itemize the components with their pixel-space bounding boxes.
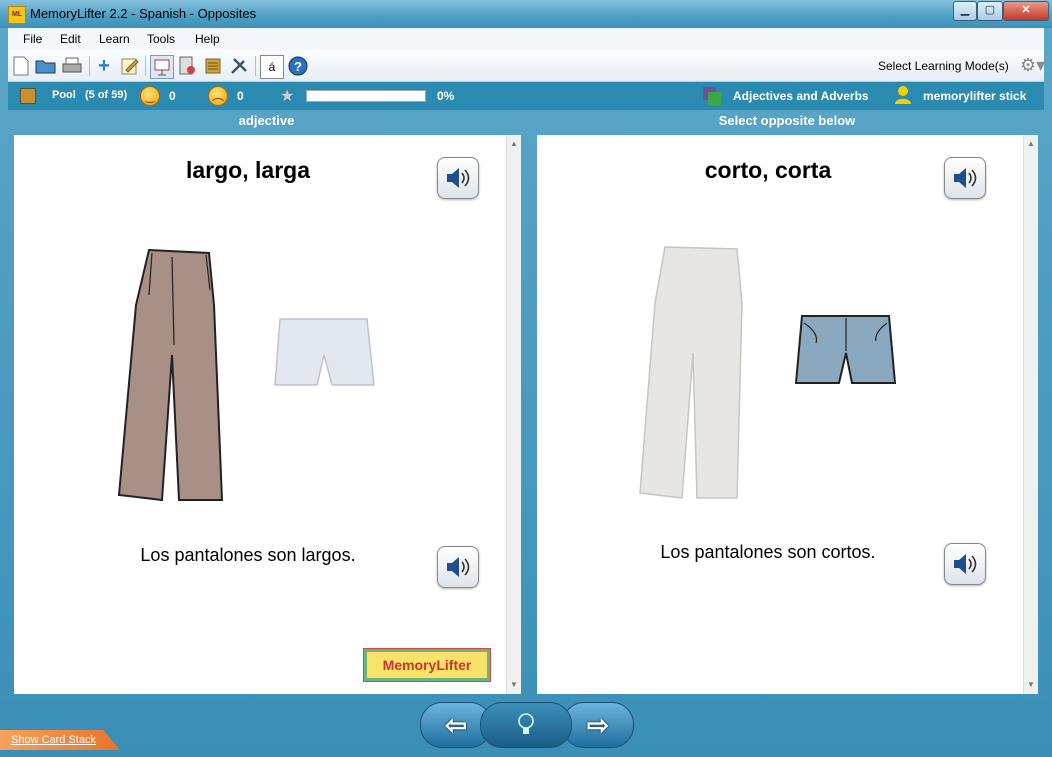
arrow-left-icon: ⇦ bbox=[445, 709, 467, 740]
right-card-header: Select opposite below bbox=[718, 113, 856, 128]
app-icon: ML bbox=[8, 6, 26, 24]
hint-button[interactable] bbox=[480, 702, 572, 748]
user-name[interactable]: memorylifter stick bbox=[923, 89, 1026, 103]
correct-count: 0 bbox=[169, 89, 176, 103]
svg-text:?: ? bbox=[294, 59, 302, 74]
wrong-count: 0 bbox=[237, 89, 244, 103]
sentence-audio-button[interactable] bbox=[437, 546, 479, 588]
left-scrollbar[interactable]: ▲ ▼ bbox=[506, 135, 521, 694]
toolbar: + á ? Select Learning Mode(s) ⚙▾ bbox=[8, 50, 1045, 82]
menu-file[interactable]: File bbox=[23, 32, 42, 46]
scroll-up-icon[interactable]: ▲ bbox=[1027, 139, 1035, 148]
answer-word-audio-button[interactable] bbox=[944, 157, 986, 199]
word-audio-button[interactable] bbox=[437, 157, 479, 199]
settings-tools-icon[interactable] bbox=[228, 55, 250, 77]
new-document-icon[interactable] bbox=[10, 55, 32, 77]
open-folder-icon[interactable] bbox=[35, 55, 57, 77]
add-card-icon[interactable]: + bbox=[93, 55, 115, 77]
scroll-down-icon[interactable]: ▼ bbox=[1027, 680, 1035, 689]
show-card-stack-link[interactable]: Show Card Stack bbox=[11, 734, 96, 746]
chapter-icon bbox=[702, 85, 722, 105]
status-bar: Pool (5 of 59) ‿ 0 ︵ 0 ★ 0% Adjectives a… bbox=[8, 82, 1044, 110]
navigation-panel: ⇦ ⇨ bbox=[420, 702, 634, 748]
question-sentence: Los pantalones son largos. bbox=[140, 545, 356, 565]
progress-percent: 0% bbox=[437, 89, 455, 103]
statistics-icon[interactable] bbox=[176, 55, 198, 77]
window-title: MemoryLifter 2.2 - Spanish - Opposites bbox=[30, 6, 257, 21]
pool-label: Pool bbox=[52, 89, 76, 101]
memorylifter-logo: MemoryLifter bbox=[363, 648, 491, 682]
next-button[interactable]: ⇨ bbox=[562, 702, 634, 748]
menu-tools[interactable]: Tools bbox=[147, 32, 175, 46]
pool-icon bbox=[20, 88, 36, 104]
special-characters-icon[interactable]: á bbox=[260, 55, 284, 79]
maximize-button[interactable]: ▢ bbox=[977, 1, 1003, 21]
edit-card-icon[interactable] bbox=[119, 55, 141, 77]
shorts-image bbox=[794, 315, 897, 384]
toolbar-separator bbox=[89, 56, 90, 76]
close-button[interactable]: ✕ bbox=[1003, 1, 1049, 21]
menu-learn[interactable]: Learn bbox=[99, 32, 130, 46]
speaker-icon bbox=[447, 557, 470, 577]
menu-bar: File Edit Learn Tools Help bbox=[8, 28, 1044, 51]
slideshow-icon[interactable] bbox=[150, 55, 174, 79]
pool-count: (5 of 59) bbox=[85, 89, 128, 101]
wrong-smiley-icon: ︵ bbox=[208, 86, 228, 106]
answer-card[interactable]: corto, corta Los pantalones son cortos. … bbox=[537, 135, 1038, 694]
speaker-icon bbox=[954, 554, 977, 574]
left-card-header: adjective bbox=[238, 113, 295, 128]
gear-icon[interactable]: ⚙▾ bbox=[1020, 55, 1045, 76]
question-word: largo, larga bbox=[186, 157, 310, 183]
answer-sentence-audio-button[interactable] bbox=[944, 543, 986, 585]
menu-help[interactable]: Help bbox=[195, 32, 220, 46]
card-stack-icon[interactable] bbox=[202, 55, 224, 77]
question-card: largo, larga Los pantalones son largos. … bbox=[14, 135, 521, 694]
toolbar-separator bbox=[255, 56, 256, 76]
speaker-icon bbox=[954, 168, 977, 188]
answer-sentence: Los pantalones son cortos. bbox=[660, 542, 876, 562]
arrow-right-icon: ⇨ bbox=[587, 709, 609, 740]
long-pants-faded-image bbox=[639, 246, 743, 499]
chapter-name[interactable]: Adjectives and Adverbs bbox=[733, 89, 869, 103]
scroll-down-icon[interactable]: ▼ bbox=[510, 680, 518, 689]
right-scrollbar[interactable]: ▲ ▼ bbox=[1023, 135, 1038, 694]
menu-edit[interactable]: Edit bbox=[60, 32, 81, 46]
star-icon: ★ bbox=[280, 88, 295, 105]
correct-smiley-icon: ‿ bbox=[140, 86, 160, 106]
help-icon[interactable]: ? bbox=[287, 55, 309, 77]
learning-mode-label[interactable]: Select Learning Mode(s) bbox=[878, 59, 1009, 73]
user-icon bbox=[894, 85, 912, 110]
minimize-button[interactable]: ▁ bbox=[953, 1, 977, 21]
lightbulb-icon bbox=[518, 713, 534, 734]
answer-word: corto, corta bbox=[704, 157, 832, 183]
long-pants-image bbox=[117, 248, 224, 502]
toolbar-separator bbox=[145, 56, 146, 76]
shorts-faded-image bbox=[274, 318, 375, 386]
speaker-icon bbox=[447, 168, 470, 188]
progress-bar bbox=[306, 90, 426, 102]
scroll-up-icon[interactable]: ▲ bbox=[510, 139, 518, 148]
print-icon[interactable] bbox=[61, 55, 83, 77]
